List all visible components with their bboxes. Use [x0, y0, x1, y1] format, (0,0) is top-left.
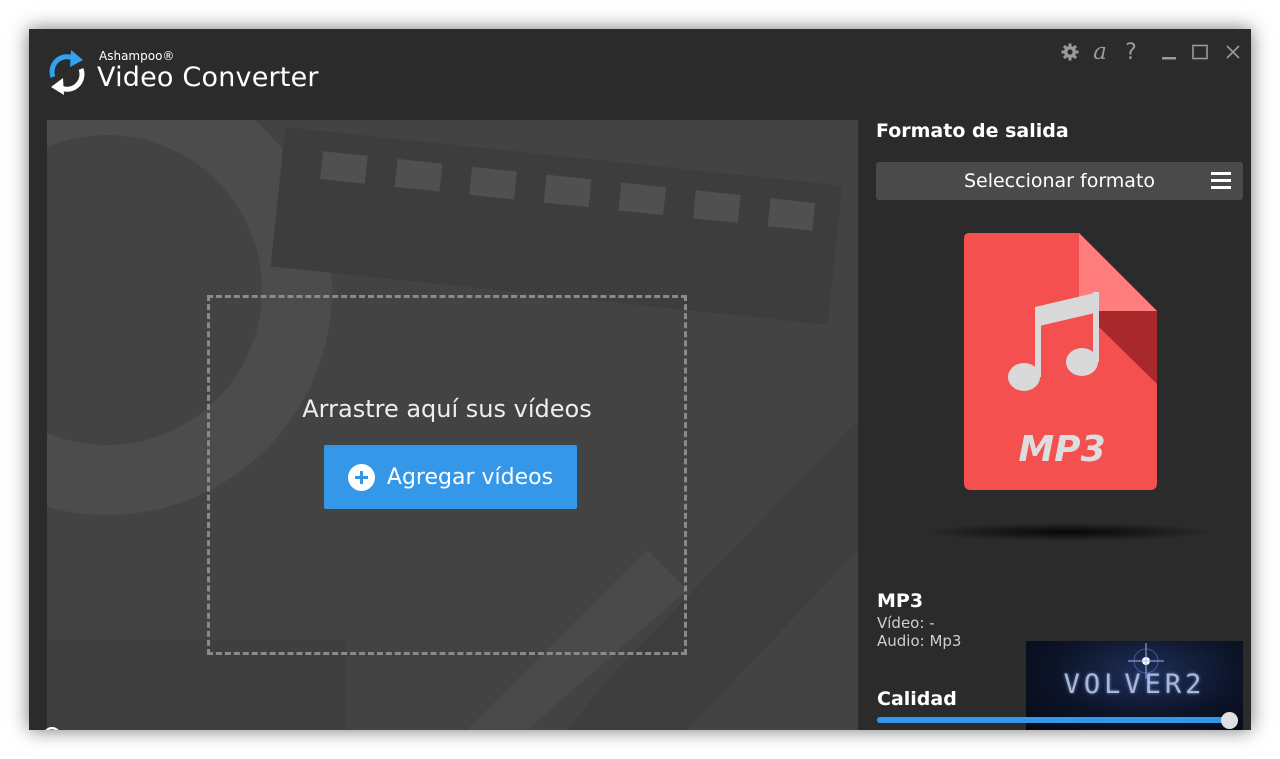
app-window: Ashampoo® Video Converter a ? Arrastre a…: [29, 29, 1251, 730]
add-videos-label: Agregar vídeos: [386, 464, 554, 490]
quality-label: Calidad: [877, 688, 957, 710]
quality-slider-track[interactable]: [877, 717, 1233, 723]
drop-prompt: Arrastre aquí sus vídeos: [302, 395, 592, 423]
mp3-file-icon: MP3: [924, 233, 1214, 541]
plus-circle-icon: [347, 463, 375, 491]
watermark-text: VOLVER2: [1063, 669, 1206, 700]
maximize-icon[interactable]: [1190, 39, 1210, 65]
quality-slider-fill: [877, 717, 1233, 723]
help-icon[interactable]: ?: [1120, 39, 1142, 65]
format-video-info: Vídeo: -: [877, 614, 935, 632]
brand-name: Ashampoo®: [99, 49, 175, 63]
select-format-label: Seleccionar formato: [963, 170, 1156, 192]
mp3-file-label: MP3: [1018, 429, 1105, 470]
video-drop-area[interactable]: Arrastre aquí sus vídeos Agregar vídeos: [47, 120, 858, 730]
app-logo-icon: [45, 47, 89, 97]
ashampoo-a-icon[interactable]: a: [1089, 39, 1111, 65]
quality-slider-thumb[interactable]: [1220, 712, 1238, 729]
format-name: MP3: [877, 590, 924, 612]
drop-zone[interactable]: Arrastre aquí sus vídeos Agregar vídeos: [207, 295, 687, 655]
select-format-button[interactable]: Seleccionar formato: [876, 162, 1243, 200]
close-icon[interactable]: [1223, 39, 1243, 65]
menu-icon: [1211, 172, 1231, 189]
minimize-icon[interactable]: [1159, 39, 1179, 65]
format-audio-info: Audio: Mp3: [877, 632, 962, 650]
gear-icon[interactable]: [1059, 39, 1081, 65]
add-videos-button[interactable]: Agregar vídeos: [324, 445, 577, 509]
app-title: Video Converter: [97, 62, 319, 93]
output-format-title: Formato de salida: [876, 120, 1069, 142]
